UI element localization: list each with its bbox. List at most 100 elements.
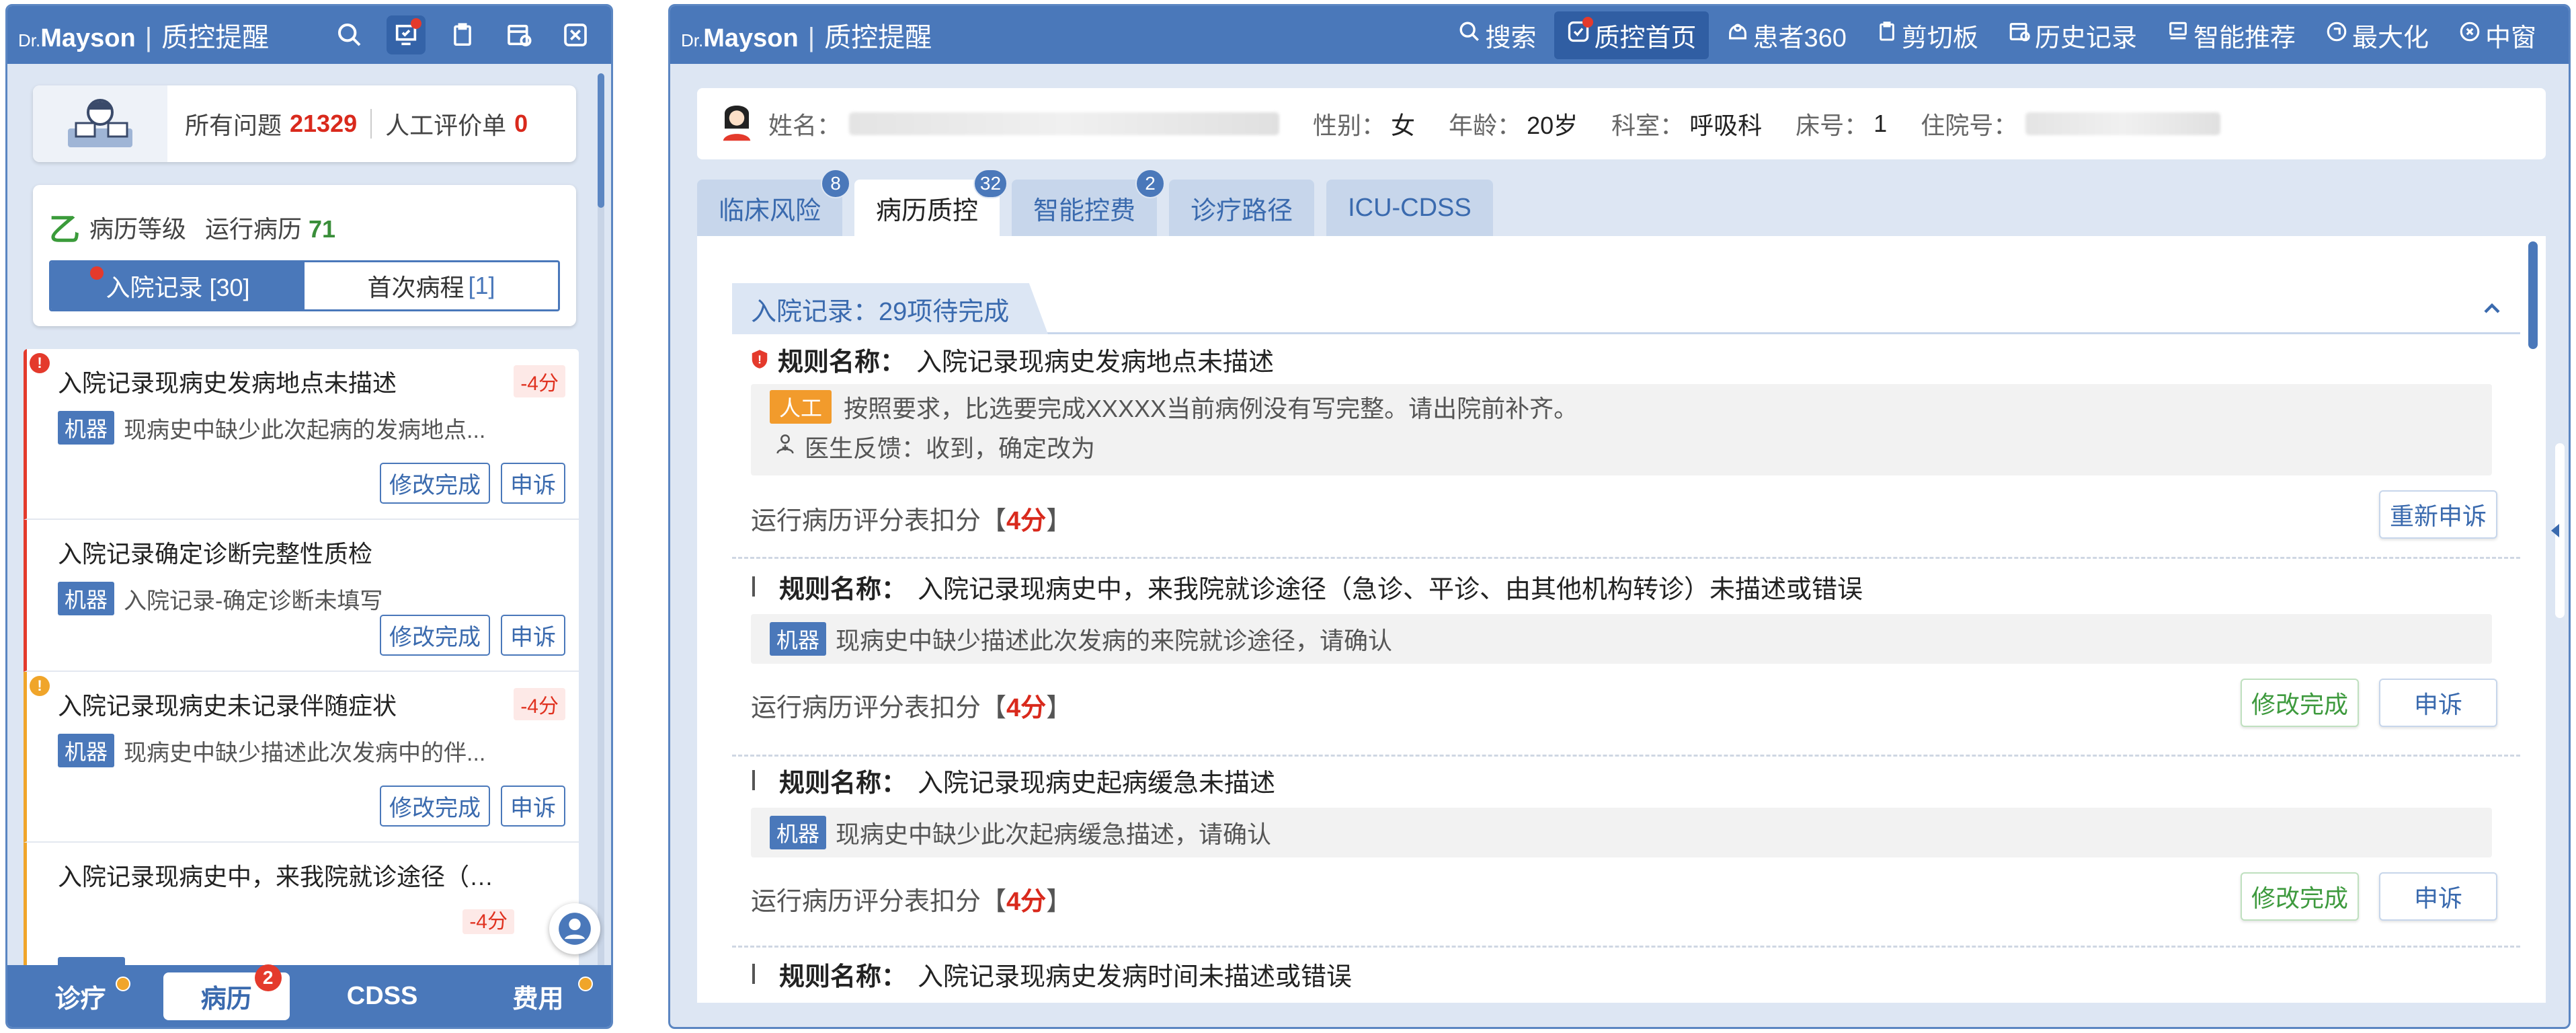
tab-icu-cdss[interactable]: ICU-CDSS bbox=[1326, 180, 1493, 236]
search-icon[interactable] bbox=[330, 15, 369, 54]
age-value: 20岁 bbox=[1527, 112, 1578, 139]
history-icon[interactable] bbox=[499, 15, 538, 54]
tab-clinical-risk[interactable]: 临床风险 8 bbox=[697, 169, 851, 236]
main-tabs: 临床风险 8 病历质控 32 智能控费 2 诊疗路径 ICU-CDSS bbox=[697, 169, 1493, 236]
logo: Dr. Mayson | 质控提醒 bbox=[18, 15, 269, 54]
history-icon bbox=[2008, 20, 2031, 50]
list-item[interactable]: 入院记录确定诊断完整性质检 机器 入院记录-确定诊断未填写 修改完成 申诉 bbox=[24, 520, 579, 672]
tab-admission-record[interactable]: 入院记录 [30] bbox=[51, 262, 305, 309]
search-icon bbox=[1458, 20, 1481, 50]
deduct-text: 运行病历评分表扣分【4分】 bbox=[751, 507, 1072, 535]
appeal-button[interactable]: 申诉 bbox=[2378, 872, 2497, 921]
list-item[interactable]: ! 入院记录现病史未记录伴随症状 -4分 机器 现病史中缺少描述此次发病中的伴...… bbox=[24, 672, 579, 843]
alert-shield-icon: ! bbox=[752, 350, 768, 369]
menu-clipboard[interactable]: 剪切板 bbox=[1864, 11, 1990, 59]
list-item[interactable]: 入院记录现病史中，来我院就诊途径（急... -4分 bbox=[24, 843, 579, 974]
grade-label: 病历等级 bbox=[89, 215, 187, 243]
appeal-button[interactable]: 申诉 bbox=[501, 615, 565, 656]
logo-dr: Dr. bbox=[681, 30, 704, 50]
group-title: 入院记录：29项待完成 bbox=[732, 283, 1048, 334]
appeal-button[interactable]: 申诉 bbox=[501, 463, 565, 504]
menu-search[interactable]: 搜索 bbox=[1446, 11, 1548, 59]
edit-done-button[interactable]: 修改完成 bbox=[2240, 679, 2359, 727]
issue-list: ! 入院记录现病史发病地点未描述 -4分 机器 现病史中缺少此次起病的发病地点...… bbox=[24, 349, 579, 974]
rule-item: ! 规则名称： 入院记录现病史发病地点未描述 人工 按照要求，比选要完成XXXXX当… bbox=[732, 341, 2520, 559]
patient-avatar-icon bbox=[719, 101, 755, 147]
record-qc-content: 入院记录：29项待完成 ! 规则名称： 入院记录现病史发病地点未描述 人工 按照要求… bbox=[697, 236, 2546, 1003]
rule-item: 规则名称： 入院记录现病史中，来我院就诊途径（急诊、平诊、由其他机构转诊）未描述或… bbox=[732, 568, 2520, 757]
menu-maximize[interactable]: 最大化 bbox=[2313, 11, 2441, 59]
gender-value: 女 bbox=[1391, 112, 1416, 139]
recommend-icon bbox=[2167, 20, 2189, 50]
bed-value: 1 bbox=[1874, 110, 1888, 137]
menu-recommend[interactable]: 智能推荐 bbox=[2155, 11, 2308, 59]
manual-eval-label: 人工评价单 bbox=[385, 112, 507, 139]
machine-tag: 机器 bbox=[58, 411, 115, 445]
manual-tag: 人工 bbox=[770, 390, 832, 424]
reappeal-button[interactable]: 重新申诉 bbox=[2378, 490, 2497, 539]
clipboard-icon bbox=[1876, 20, 1898, 50]
rule-desc: 现病史中缺少此次起病缓急描述，请确认 bbox=[836, 820, 1272, 848]
nav-diagnosis[interactable]: 诊疗 bbox=[17, 972, 144, 1020]
sidebar-scroll-thumb[interactable] bbox=[598, 73, 604, 208]
score-badge: -4分 bbox=[462, 909, 514, 934]
grade-check-icon: 乙 bbox=[49, 212, 80, 247]
svg-text:!: ! bbox=[758, 352, 762, 366]
name-label: 姓名： bbox=[768, 112, 842, 139]
list-item[interactable]: ! 入院记录现病史发病地点未描述 -4分 机器 现病史中缺少此次起病的发病地点...… bbox=[24, 349, 579, 520]
machine-tag: 机器 bbox=[770, 816, 827, 849]
machine-tag: 机器 bbox=[58, 582, 115, 615]
user-assistant-button[interactable] bbox=[549, 903, 600, 954]
logo-brand: Mayson bbox=[40, 24, 136, 52]
tab-cost-control[interactable]: 智能控费 2 bbox=[1012, 169, 1166, 236]
clipboard-icon[interactable] bbox=[443, 15, 482, 54]
rule-name: 入院记录现病史发病时间未描述或错误 bbox=[918, 962, 1353, 991]
tab-first-course[interactable]: 首次病程 [1] bbox=[305, 262, 558, 309]
appeal-button[interactable]: 申诉 bbox=[2378, 679, 2497, 727]
appeal-button[interactable]: 申诉 bbox=[501, 786, 565, 827]
sidebar-titlebar: Dr. Mayson | 质控提醒 bbox=[7, 6, 611, 64]
deduct-text: 运行病历评分表扣分【4分】 bbox=[751, 694, 1072, 722]
close-icon[interactable] bbox=[556, 15, 595, 54]
close-circle-icon bbox=[2458, 20, 2481, 50]
tab-record-qc[interactable]: 病历质控 32 bbox=[854, 169, 1008, 236]
edit-done-button[interactable]: 修改完成 bbox=[2240, 872, 2359, 921]
all-problems-count[interactable]: 21329 bbox=[290, 110, 357, 138]
edit-done-button[interactable]: 修改完成 bbox=[380, 786, 490, 827]
chevron-up-icon[interactable] bbox=[2479, 295, 2505, 326]
qc-home-icon bbox=[1566, 17, 1593, 50]
tab-clinical-pathway[interactable]: 诊疗路径 bbox=[1169, 180, 1315, 236]
unread-dot bbox=[90, 266, 104, 280]
edit-done-button[interactable]: 修改完成 bbox=[380, 615, 490, 656]
nav-cdss[interactable]: CDSS bbox=[309, 977, 456, 1016]
bottom-nav: 诊疗 病历 2 CDSS 费用 bbox=[7, 964, 611, 1027]
nav-records[interactable]: 病历 2 bbox=[163, 964, 290, 1020]
menu-qc-home[interactable]: 质控首页 bbox=[1554, 11, 1709, 59]
chevron-left-icon[interactable] bbox=[2551, 524, 2559, 537]
record-grade-card: 乙 病历等级 运行病历 71 入院记录 [30] 首次病程 [1] bbox=[33, 185, 576, 326]
content-scrollbar[interactable] bbox=[2528, 241, 2538, 988]
group-header[interactable]: 入院记录：29项待完成 bbox=[732, 283, 2520, 334]
admission-no-blurred bbox=[2025, 112, 2221, 135]
nav-cost[interactable]: 费用 bbox=[475, 972, 601, 1020]
qc-home-icon[interactable] bbox=[387, 15, 426, 54]
edit-done-button[interactable]: 修改完成 bbox=[380, 463, 490, 504]
rule-name: 入院记录现病史发病地点未描述 bbox=[916, 348, 1275, 377]
doctor-feedback: 医生反馈：收到，确定改为 bbox=[805, 434, 1096, 462]
patient360-icon bbox=[1726, 20, 1749, 50]
menu-history[interactable]: 历史记录 bbox=[1996, 11, 2149, 59]
qc-main-panel: Dr. Mayson | 质控提醒 搜索 质控首页 患者360 剪切板 历史记录… bbox=[668, 4, 2571, 1029]
menu-patient360[interactable]: 患者360 bbox=[1714, 11, 1859, 59]
manual-eval-count[interactable]: 0 bbox=[514, 110, 528, 138]
score-badge: -4分 bbox=[514, 365, 565, 397]
problem-summary-card: 所有问题 21329 人工评价单 0 bbox=[33, 85, 576, 162]
logo-separator: | bbox=[145, 23, 153, 52]
logo-brand: Mayson bbox=[703, 24, 799, 52]
name-blurred bbox=[849, 112, 1280, 135]
menu-medium-window[interactable]: 中窗 bbox=[2446, 11, 2548, 59]
rule-desc: 按照要求，比选要完成XXXXX当前病例没有写完整。请出院前补齐。 bbox=[844, 395, 1578, 422]
rule-item: 规则名称： 入院记录现病史发病时间未描述或错误 bbox=[732, 952, 2520, 1003]
dept-value: 呼吸科 bbox=[1689, 112, 1763, 139]
rule-name: 入院记录现病史起病缓急未描述 bbox=[918, 769, 1276, 798]
patient-info-bar: 姓名： 性别：女 年龄： 20岁 科室： 呼吸科 床号： 1 住院号： bbox=[697, 88, 2546, 159]
